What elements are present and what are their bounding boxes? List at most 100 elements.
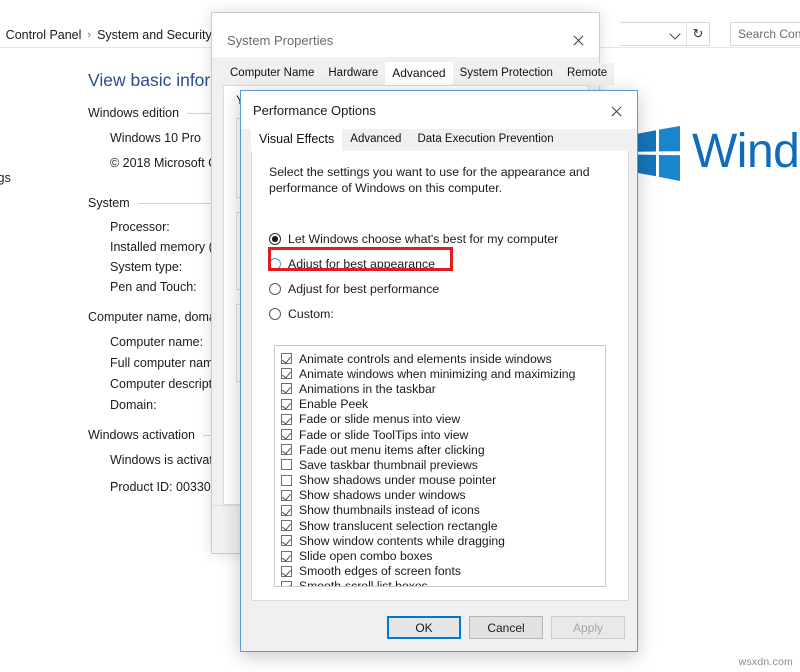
- close-icon[interactable]: [563, 29, 593, 51]
- domain-label: Domain:: [110, 398, 157, 412]
- list-item[interactable]: Show window contents while dragging: [281, 533, 605, 548]
- tab-advanced[interactable]: Advanced: [342, 129, 410, 151]
- list-item[interactable]: Smooth edges of screen fonts: [281, 564, 605, 579]
- refresh-icon[interactable]: ↻: [686, 23, 709, 45]
- dialog-button-row: OK Cancel Apply: [241, 616, 637, 639]
- list-item-label: Animations in the taskbar: [299, 381, 436, 396]
- list-item-label: Save taskbar thumbnail previews: [299, 457, 478, 472]
- ok-button[interactable]: OK: [387, 616, 461, 639]
- breadcrumb-item-control-panel[interactable]: Control Panel: [6, 28, 82, 42]
- cancel-button[interactable]: Cancel: [469, 616, 543, 639]
- radio-let-windows-choose[interactable]: Let Windows choose what's best for my co…: [269, 232, 558, 246]
- full-computer-name-label: Full computer name: [110, 356, 221, 370]
- address-dropdown-area[interactable]: ↻: [620, 22, 710, 46]
- tab-system-protection[interactable]: System Protection: [452, 63, 560, 85]
- checkbox-icon[interactable]: [281, 550, 292, 562]
- list-item[interactable]: Smooth-scroll list boxes: [281, 579, 605, 587]
- radio-label: Let Windows choose what's best for my co…: [288, 232, 559, 246]
- list-item-label: Smooth-scroll list boxes: [299, 579, 428, 587]
- checkbox-icon[interactable]: [281, 474, 292, 486]
- checkbox-icon[interactable]: [281, 413, 292, 425]
- radio-indicator[interactable]: [269, 283, 281, 295]
- performance-options-tabs[interactable]: Visual Effects Advanced Data Execution P…: [251, 128, 562, 152]
- activation-status: Windows is activated: [110, 453, 227, 467]
- panel-description: Select the settings you want to use for …: [269, 165, 590, 195]
- list-item-label: Enable Peek: [299, 397, 369, 412]
- list-item[interactable]: Enable Peek: [281, 397, 605, 412]
- checkbox-icon[interactable]: [281, 398, 292, 410]
- radio-adjust-best-performance[interactable]: Adjust for best performance: [269, 282, 439, 296]
- close-icon[interactable]: [601, 100, 631, 122]
- list-item[interactable]: Show thumbnails instead of icons: [281, 503, 605, 518]
- list-item[interactable]: Animate windows when minimizing and maxi…: [281, 366, 605, 381]
- checkbox-icon[interactable]: [281, 489, 292, 501]
- system-type-label: System type:: [110, 260, 183, 274]
- list-item-label: Slide open combo boxes: [299, 549, 433, 564]
- tab-visual-effects[interactable]: Visual Effects: [251, 128, 343, 152]
- tab-advanced[interactable]: Advanced: [385, 62, 453, 86]
- checkbox-icon[interactable]: [281, 535, 292, 547]
- list-item[interactable]: Save taskbar thumbnail previews: [281, 457, 605, 472]
- section-heading-computer-name: Computer name, domai: [88, 310, 219, 324]
- performance-options-title: Performance Options: [253, 103, 376, 118]
- list-item[interactable]: Animate controls and elements inside win…: [281, 351, 605, 366]
- list-item[interactable]: Fade or slide ToolTips into view: [281, 427, 605, 442]
- checkbox-icon[interactable]: [281, 504, 292, 516]
- list-item[interactable]: Show shadows under mouse pointer: [281, 473, 605, 488]
- checkbox-icon[interactable]: [281, 444, 292, 456]
- checkbox-icon[interactable]: [281, 520, 292, 532]
- radio-indicator[interactable]: [269, 233, 281, 245]
- checkbox-icon[interactable]: [281, 580, 292, 586]
- list-item[interactable]: Fade or slide menus into view: [281, 412, 605, 427]
- checkbox-icon[interactable]: [281, 368, 292, 380]
- system-processor-label: Processor:: [110, 220, 170, 234]
- list-item[interactable]: Animations in the taskbar: [281, 381, 605, 396]
- apply-button: Apply: [551, 616, 625, 639]
- list-item-label: Fade or slide menus into view: [299, 412, 461, 427]
- edition-name: Windows 10 Pro: [110, 131, 202, 145]
- list-item-label: Smooth edges of screen fonts: [299, 564, 461, 579]
- checkbox-icon[interactable]: [281, 353, 292, 365]
- list-item-label: Fade or slide ToolTips into view: [299, 427, 469, 442]
- visual-effects-panel: Select the settings you want to use for …: [251, 151, 629, 601]
- list-item-label: Show shadows under mouse pointer: [299, 473, 497, 488]
- tab-hardware[interactable]: Hardware: [321, 63, 386, 85]
- chevron-down-icon[interactable]: [668, 26, 684, 42]
- list-item-label: Animate controls and elements inside win…: [299, 351, 552, 366]
- radio-label: Adjust for best performance: [288, 282, 440, 296]
- list-item-label: Show thumbnails instead of icons: [299, 503, 480, 518]
- performance-options-titlebar[interactable]: Performance Options: [241, 91, 637, 129]
- radio-label: Adjust for best appearance: [288, 257, 435, 271]
- list-item-label: Show translucent selection rectangle: [299, 518, 498, 533]
- breadcrumb-item-system-and-security[interactable]: System and Security: [97, 28, 212, 42]
- radio-indicator[interactable]: [269, 308, 281, 320]
- system-pen-touch-label: Pen and Touch:: [110, 280, 197, 294]
- radio-adjust-best-appearance[interactable]: Adjust for best appearance: [269, 257, 435, 271]
- screen-root: › Control Panel › System and Security ↻ …: [0, 0, 800, 672]
- breadcrumb[interactable]: › Control Panel › System and Security: [0, 25, 212, 45]
- list-item-label: Animate windows when minimizing and maxi…: [299, 366, 576, 381]
- search-input[interactable]: Search Con: [730, 22, 800, 46]
- system-properties-titlebar[interactable]: System Properties: [212, 13, 599, 57]
- checkbox-icon[interactable]: [281, 565, 292, 577]
- watermark: wsxdn.com: [738, 656, 793, 668]
- list-item[interactable]: Slide open combo boxes: [281, 548, 605, 563]
- system-properties-tabs[interactable]: Computer Name Hardware Advanced System P…: [223, 62, 615, 86]
- checkbox-icon[interactable]: [281, 429, 292, 441]
- tab-computer-name[interactable]: Computer Name: [223, 63, 322, 85]
- sidebar-item-1[interactable]: ettings: [0, 170, 11, 187]
- radio-label: Custom:: [288, 307, 334, 321]
- tab-data-execution-prevention[interactable]: Data Execution Prevention: [409, 129, 562, 151]
- radio-custom[interactable]: Custom:: [269, 307, 334, 321]
- windows-logo-icon: [636, 126, 680, 181]
- list-item[interactable]: Show translucent selection rectangle: [281, 518, 605, 533]
- system-memory-label: Installed memory (R/: [110, 240, 226, 254]
- tab-remote[interactable]: Remote: [559, 63, 615, 85]
- checkbox-icon[interactable]: [281, 459, 292, 471]
- checkbox-icon[interactable]: [281, 383, 292, 395]
- edition-copyright: © 2018 Microsoft Co: [110, 156, 225, 170]
- radio-indicator[interactable]: [269, 258, 281, 270]
- list-item[interactable]: Fade out menu items after clicking: [281, 442, 605, 457]
- list-item[interactable]: Show shadows under windows: [281, 488, 605, 503]
- visual-effects-list[interactable]: Animate controls and elements inside win…: [274, 345, 606, 587]
